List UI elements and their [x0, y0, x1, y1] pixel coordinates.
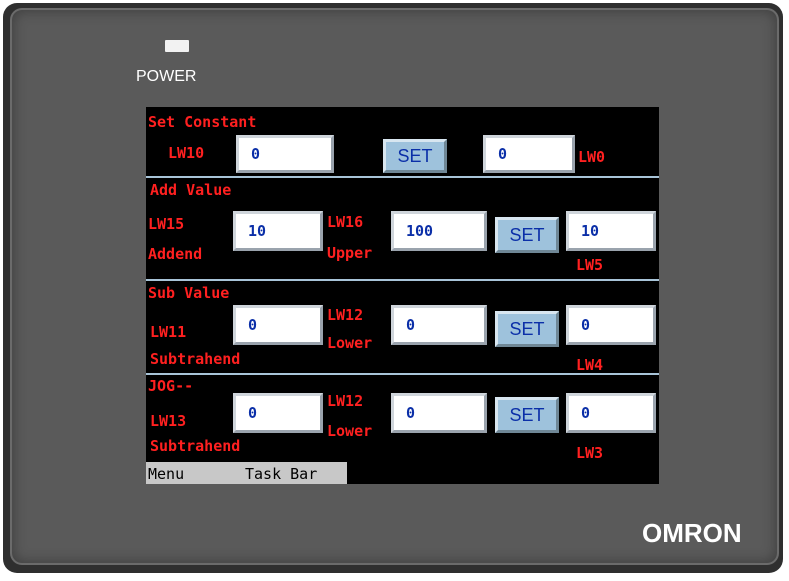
jog-lower-input[interactable]: 0 — [391, 393, 487, 433]
lw15-label: LW15 — [148, 215, 185, 233]
section-title-sub-value: Sub Value — [148, 284, 230, 302]
lw5-label: LW5 — [576, 256, 604, 274]
subtrahend-label: Subtrahend — [150, 350, 241, 368]
hmi-screen: Set Constant LW10 0 SET 0 LW0 Add Value … — [146, 107, 659, 484]
lw10-input[interactable]: 0 — [236, 135, 334, 173]
lw0-label: LW0 — [578, 148, 606, 166]
task-bar[interactable]: Menu Task Bar — [146, 462, 347, 484]
addend-label: Addend — [148, 245, 203, 263]
upper-input[interactable]: 100 — [391, 211, 487, 251]
sub-value-set-button[interactable]: SET — [495, 311, 559, 347]
upper-label: Upper — [327, 244, 373, 262]
jog-lower-label: Lower — [327, 422, 373, 440]
lw12-label: LW12 — [327, 306, 364, 324]
subtrahend-input[interactable]: 0 — [233, 305, 323, 345]
section-title-jog: JOG-- — [148, 377, 194, 395]
lw11-label: LW11 — [150, 323, 187, 341]
separator-3 — [146, 373, 659, 375]
power-led — [165, 40, 189, 52]
lw5-display[interactable]: 10 — [566, 211, 656, 251]
menu-button[interactable]: Menu — [148, 465, 184, 483]
jog-lw12-label: LW12 — [327, 392, 364, 410]
jog-subtrahend-input[interactable]: 0 — [233, 393, 323, 433]
lw16-label: LW16 — [327, 213, 364, 231]
section-title-set-constant: Set Constant — [148, 113, 257, 131]
jog-subtrahend-label: Subtrahend — [150, 437, 241, 455]
omron-logo: OMRON — [642, 518, 742, 548]
power-label: POWER — [136, 68, 197, 85]
addend-input[interactable]: 10 — [233, 211, 323, 251]
separator-1 — [146, 176, 659, 178]
lower-input[interactable]: 0 — [391, 305, 487, 345]
section-title-add-value: Add Value — [150, 181, 232, 199]
task-bar-button[interactable]: Task Bar — [245, 465, 317, 483]
jog-set-button[interactable]: SET — [495, 397, 559, 433]
lw10-label: LW10 — [168, 144, 205, 162]
set-constant-button[interactable]: SET — [383, 139, 447, 173]
lw3-display[interactable]: 0 — [566, 393, 656, 433]
separator-2 — [146, 279, 659, 281]
lw3-label: LW3 — [576, 444, 604, 462]
lw4-display[interactable]: 0 — [566, 305, 656, 345]
lw13-label: LW13 — [150, 412, 187, 430]
lower-label: Lower — [327, 334, 373, 352]
lw4-label: LW4 — [576, 356, 604, 374]
lw0-display[interactable]: 0 — [483, 135, 575, 173]
add-value-set-button[interactable]: SET — [495, 217, 559, 253]
